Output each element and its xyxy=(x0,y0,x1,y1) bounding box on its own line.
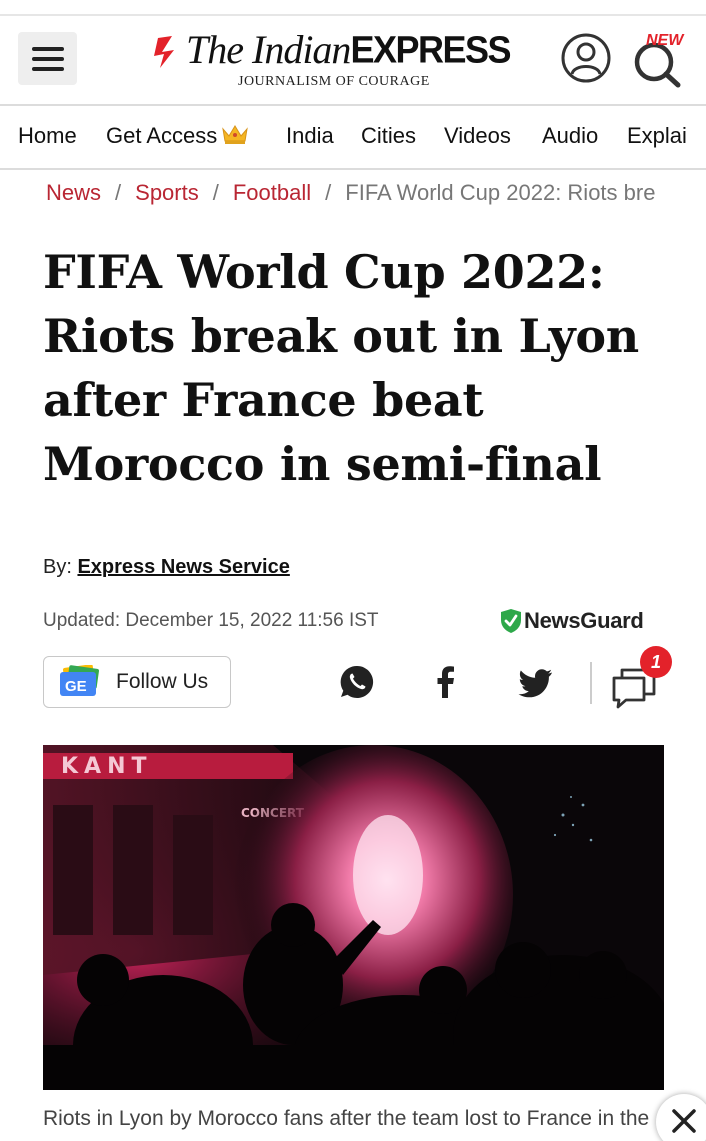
newsguard-label: NewsGuard xyxy=(524,608,644,633)
search-button[interactable]: NEW xyxy=(630,30,686,88)
breadcrumb-football[interactable]: Football xyxy=(233,180,311,205)
facebook-icon[interactable] xyxy=(428,664,464,700)
user-account-icon[interactable] xyxy=(560,32,612,84)
close-icon xyxy=(672,1109,696,1133)
nav-divider xyxy=(0,168,706,170)
riot-photo: KANT CONCERT xyxy=(43,745,664,1090)
article-headline: FIFA World Cup 2022: Riots break out in … xyxy=(43,245,639,491)
nav-item-audio[interactable]: Audio xyxy=(542,123,598,149)
breadcrumb-separator: / xyxy=(212,180,219,205)
share-divider xyxy=(590,662,592,704)
google-news-icon: GE xyxy=(60,665,99,696)
site-logo[interactable]: The Indian EXPRESS JOURNALISM OF COURAGE xyxy=(150,28,520,98)
follow-us-button[interactable]: GE Follow Us xyxy=(43,656,231,708)
updated-timestamp: Updated: December 15, 2022 11:56 IST xyxy=(43,610,379,631)
breadcrumb-separator: / xyxy=(325,180,332,205)
breadcrumb-separator: / xyxy=(115,180,122,205)
nav-item-get-access[interactable]: Get Access xyxy=(106,123,249,149)
breadcrumb: News / Sports / Football / FIFA World Cup 2022… xyxy=(46,180,686,210)
google-news-icon-text: GE xyxy=(65,678,87,695)
article-hero-image: KANT CONCERT xyxy=(43,745,664,1090)
menu-bar xyxy=(31,46,64,51)
byline: By: Express News Service xyxy=(43,556,290,579)
nav-item-label: Get Access xyxy=(106,123,218,148)
sign-text: KANT xyxy=(61,754,153,779)
twitter-icon[interactable] xyxy=(518,664,554,700)
crown-icon xyxy=(222,125,249,144)
close-ad-button[interactable] xyxy=(656,1094,706,1141)
whatsapp-icon[interactable] xyxy=(339,664,375,700)
logo-mark-icon xyxy=(154,36,174,68)
author-link[interactable]: Express News Service xyxy=(77,556,289,578)
new-badge: NEW xyxy=(646,32,684,49)
shield-check-icon xyxy=(501,609,521,633)
breadcrumb-current: FIFA World Cup 2022: Riots bre xyxy=(345,180,656,205)
logo-title: The Indian xyxy=(186,27,351,72)
breadcrumb-sports[interactable]: Sports xyxy=(135,180,199,205)
newsguard-badge[interactable]: NewsGuard xyxy=(500,608,644,634)
menu-bar xyxy=(31,66,64,71)
byline-prefix: By: xyxy=(43,556,72,578)
logo-express: EXPRESS xyxy=(350,27,511,71)
hamburger-menu-button[interactable] xyxy=(18,32,77,85)
main-nav: Home Get Access India Cities Videos Audi… xyxy=(0,106,706,168)
breadcrumb-news[interactable]: News xyxy=(46,180,101,205)
nav-item-india[interactable]: India xyxy=(286,123,334,149)
follow-us-label: Follow Us xyxy=(116,670,209,693)
comments-button[interactable]: 1 xyxy=(610,646,676,709)
nav-item-explained[interactable]: Explai xyxy=(627,123,687,149)
logo-tagline: JOURNALISM OF COURAGE xyxy=(238,74,430,89)
site-header: The Indian EXPRESS JOURNALISM OF COURAGE… xyxy=(0,16,706,104)
comment-count-badge: 1 xyxy=(640,646,672,678)
menu-bar xyxy=(31,56,64,61)
nav-item-home[interactable]: Home xyxy=(18,123,77,149)
nav-item-videos[interactable]: Videos xyxy=(444,123,511,149)
image-caption: Riots in Lyon by Morocco fans after the … xyxy=(43,1107,650,1130)
nav-item-cities[interactable]: Cities xyxy=(361,123,416,149)
